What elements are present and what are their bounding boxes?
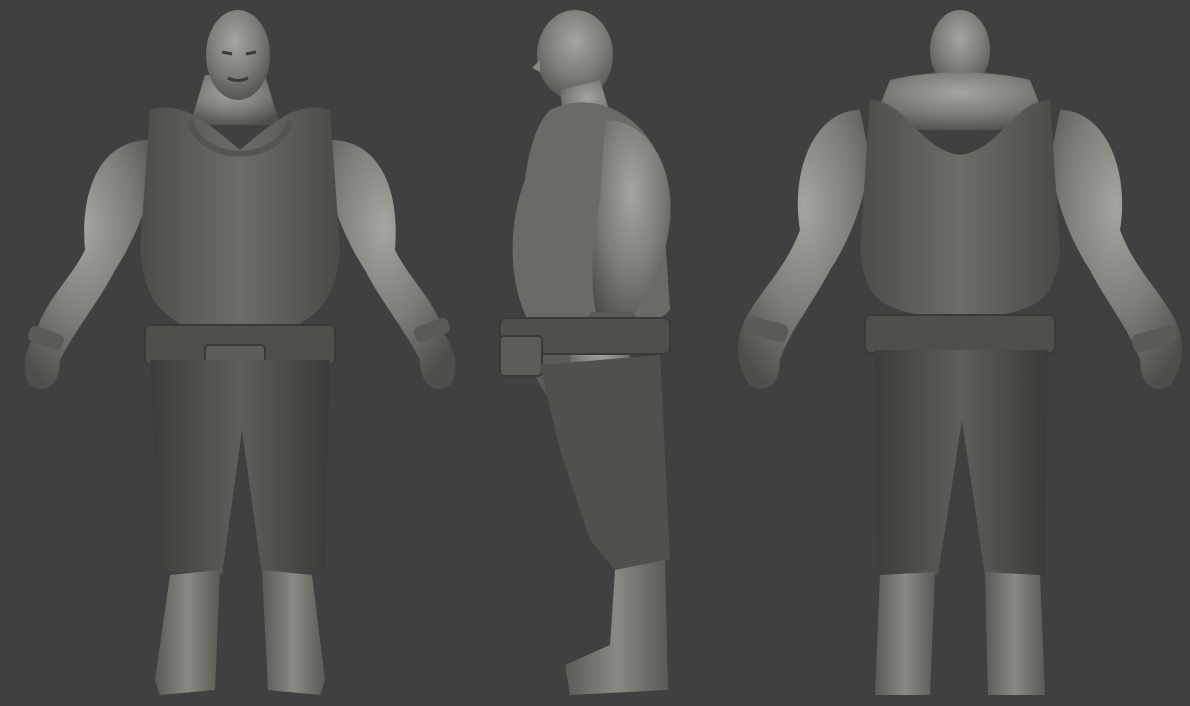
left-boot [875, 572, 935, 695]
pants [875, 350, 1048, 575]
tank-top [140, 107, 340, 340]
pants [540, 355, 670, 570]
right-arm [325, 140, 456, 389]
pants [150, 360, 330, 575]
right-boot [985, 572, 1045, 695]
left-arm [738, 110, 870, 389]
sculpt-viewport [0, 0, 1190, 706]
right-boot [262, 570, 325, 695]
tank-top [860, 100, 1060, 318]
character-back-view [738, 10, 1182, 695]
belt-buckle [499, 335, 543, 377]
character-side-view [499, 10, 671, 695]
head [206, 10, 270, 100]
left-arm [24, 140, 155, 389]
character-front-view [24, 10, 456, 695]
right-arm [1050, 110, 1182, 389]
boot [565, 560, 668, 695]
belt [864, 314, 1056, 354]
left-boot [155, 570, 220, 695]
